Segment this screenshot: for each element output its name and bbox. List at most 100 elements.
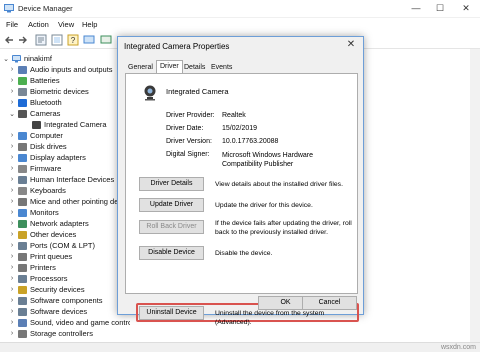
tree-item[interactable]: › Firmware: [8, 163, 61, 174]
chevron-right-icon[interactable]: ›: [8, 209, 16, 216]
menu-action[interactable]: Action: [28, 20, 49, 29]
chevron-right-icon[interactable]: ›: [8, 264, 16, 271]
tree-item[interactable]: › Other devices: [8, 229, 76, 240]
driver-details-button[interactable]: Driver Details: [139, 177, 204, 191]
chevron-right-icon[interactable]: ›: [8, 88, 16, 95]
chevron-right-icon[interactable]: ›: [8, 330, 16, 337]
driver-panel: Integrated Camera Driver Provider: Realt…: [125, 73, 359, 326]
tree-item[interactable]: › Print queues: [8, 251, 72, 262]
chevron-right-icon[interactable]: ›: [8, 198, 16, 205]
chevron-right-icon[interactable]: ›: [8, 154, 16, 161]
properties-icon[interactable]: [35, 34, 47, 46]
help-icon[interactable]: ?: [67, 34, 79, 46]
chevron-right-icon[interactable]: ›: [8, 286, 16, 293]
tree-item[interactable]: › Biometric devices: [8, 86, 89, 97]
tree-item[interactable]: ⌄ Cameras: [8, 108, 60, 119]
tree-item-label: Display adapters: [30, 153, 86, 162]
dialog-close-icon[interactable]: ✕: [345, 39, 357, 50]
digital-signer-label: Digital Signer:: [166, 151, 210, 158]
tree-item[interactable]: › Printers: [8, 262, 56, 273]
chevron-right-icon[interactable]: ›: [8, 308, 16, 315]
vertical-scrollbar[interactable]: [470, 49, 480, 342]
uninstall-device-description: Uninstall the device from the system (Ad…: [215, 310, 325, 326]
tree-item-label: Print queues: [30, 252, 73, 261]
camera-icon: [144, 85, 156, 101]
tree-item-label: Network adapters: [30, 219, 89, 228]
disable-device-button[interactable]: Disable Device: [139, 246, 204, 260]
tree-item[interactable]: › Sound, video and game controllers: [8, 317, 130, 328]
chevron-right-icon[interactable]: ›: [8, 143, 16, 150]
chevron-right-icon[interactable]: ›: [8, 165, 16, 172]
tree-item[interactable]: › Disk drives: [8, 141, 67, 152]
tree-item[interactable]: › Processors: [8, 273, 68, 284]
menu-view[interactable]: View: [58, 20, 74, 29]
tree-item[interactable]: › Network adapters: [8, 218, 89, 229]
tab-general[interactable]: General: [125, 62, 156, 73]
roll-back-driver-button[interactable]: Roll Back Driver: [139, 220, 204, 234]
tree-item[interactable]: › Monitors: [8, 207, 59, 218]
tree-item[interactable]: › Security devices: [8, 284, 85, 295]
tree-item[interactable]: › Mice and other pointing devices: [8, 196, 130, 207]
tree-item[interactable]: › Audio inputs and outputs: [8, 64, 113, 75]
chevron-right-icon[interactable]: ›: [8, 275, 16, 282]
menu-help[interactable]: Help: [82, 20, 97, 29]
chevron-right-icon[interactable]: ›: [8, 77, 16, 84]
close-window-button[interactable]: ✕: [454, 2, 478, 15]
tree-root[interactable]: ⌄ ninakimf: [2, 53, 52, 64]
driver-version-value: 10.0.17763.20088: [222, 138, 279, 145]
tree-item[interactable]: › Storage controllers: [8, 328, 93, 339]
tab-details[interactable]: Details: [181, 62, 208, 73]
chevron-down-icon[interactable]: ⌄: [8, 110, 16, 118]
watermark: wsxdn.com: [440, 344, 476, 351]
chevron-right-icon[interactable]: ›: [8, 242, 16, 249]
chevron-right-icon[interactable]: ›: [8, 176, 16, 183]
menu-bar: File Action View Help: [0, 18, 480, 31]
device-category-icon: [18, 296, 27, 305]
chevron-right-icon[interactable]: ›: [8, 66, 16, 73]
chevron-right-icon[interactable]: ›: [8, 132, 16, 139]
device-category-icon: [18, 318, 27, 327]
chevron-right-icon[interactable]: ›: [8, 220, 16, 227]
tree-item[interactable]: › Keyboards: [8, 185, 66, 196]
tree-item[interactable]: › Bluetooth: [8, 97, 62, 108]
driver-provider-value: Realtek: [222, 112, 246, 119]
chevron-right-icon[interactable]: ›: [8, 319, 16, 326]
tree-item[interactable]: › Ports (COM & LPT): [8, 240, 95, 251]
tree-item[interactable]: › Batteries: [8, 75, 60, 86]
scan-hardware-icon[interactable]: [83, 34, 95, 46]
menu-file[interactable]: File: [6, 20, 18, 29]
update-driver-button[interactable]: Update Driver: [139, 198, 204, 212]
dialog-title: Integrated Camera Properties: [124, 42, 230, 51]
view-icon[interactable]: [51, 34, 63, 46]
device-category-icon: [18, 219, 27, 228]
tree-item-label: Security devices: [30, 285, 85, 294]
tree-item-label: Processors: [30, 274, 68, 283]
update-driver-icon[interactable]: [100, 34, 112, 46]
tree-item[interactable]: Integrated Camera: [22, 119, 107, 130]
device-category-icon: [18, 65, 27, 74]
back-arrow-icon[interactable]: [3, 34, 15, 46]
minimize-button[interactable]: —: [404, 2, 428, 15]
chevron-right-icon[interactable]: ›: [8, 187, 16, 194]
tab-events[interactable]: Events: [208, 62, 235, 73]
maximize-button[interactable]: ☐: [428, 2, 452, 15]
uninstall-device-button[interactable]: Uninstall Device: [139, 306, 204, 320]
tree-item[interactable]: › Human Interface Devices: [8, 174, 114, 185]
tree-item[interactable]: › Display adapters: [8, 152, 86, 163]
chevron-right-icon[interactable]: ›: [8, 99, 16, 106]
cancel-button[interactable]: Cancel: [302, 296, 357, 310]
digital-signer-value: Microsoft Windows Hardware Compatibility…: [222, 152, 314, 168]
tab-driver[interactable]: Driver: [156, 60, 183, 73]
chevron-right-icon[interactable]: ›: [8, 253, 16, 260]
properties-dialog: Integrated Camera Properties ✕ General D…: [117, 36, 364, 326]
tree-item-label: Sound, video and game controllers: [30, 318, 130, 327]
chevron-right-icon[interactable]: ›: [8, 297, 16, 304]
chevron-right-icon[interactable]: ›: [8, 231, 16, 238]
forward-arrow-icon[interactable]: [17, 34, 29, 46]
tree-item[interactable]: › Software components: [8, 295, 103, 306]
tree-item[interactable]: › Software devices: [8, 306, 87, 317]
tree-item[interactable]: › Computer: [8, 130, 63, 141]
tree-item-label: Integrated Camera: [44, 120, 107, 129]
device-category-icon: [18, 252, 27, 261]
tree-item-label: Mice and other pointing devices: [30, 197, 130, 206]
